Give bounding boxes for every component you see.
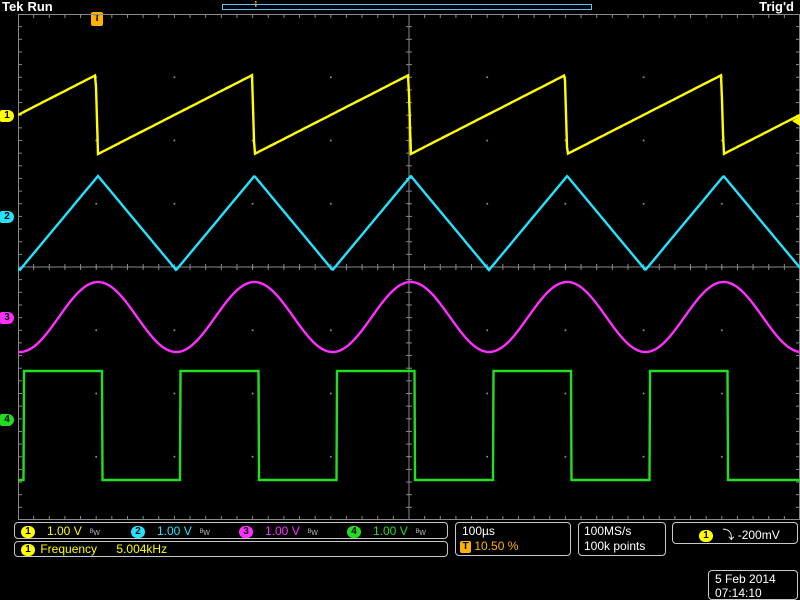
waveform-display[interactable] (18, 14, 800, 520)
record-window (223, 2, 593, 12)
brand-logo: Tek (2, 0, 24, 14)
acquisition-readout[interactable]: 100MS/s 100k points (578, 522, 666, 556)
ch1-scale: 1.00 V (47, 524, 82, 538)
ch2-scale: 1.00 V (157, 524, 192, 538)
falling-edge-icon: ⤵ (722, 528, 735, 542)
measurement-name: Frequency (40, 542, 98, 556)
bandwidth-limit-icon: ᴮw (89, 527, 100, 537)
status-bar: Tek Run ꜟ Trig'd (0, 0, 800, 14)
measurement-channel-badge: 1 (21, 543, 35, 556)
ch4-ground-marker[interactable]: 4 (0, 414, 14, 426)
bandwidth-limit-icon: ᴮw (415, 527, 426, 537)
bandwidth-limit-icon: ᴮw (307, 527, 318, 537)
readout-panel: 1 1.00 Vᴮw 2 1.00 Vᴮw 3 1.00 Vᴮw 4 1.00 Vᴮw … (0, 520, 800, 600)
ch3-scale: 1.00 V (265, 524, 300, 538)
trigger-level-marker[interactable] (792, 116, 800, 126)
ch1-readout[interactable]: 1 1.00 V ᴮw (21, 524, 100, 538)
ch4-scale: 1.00 V (373, 524, 408, 538)
ch1-ground-marker[interactable]: 1 (0, 110, 14, 122)
horizontal-scale: 100µs (462, 524, 495, 538)
graticule (18, 14, 800, 520)
date-time-readout: 5 Feb 2014 07:14:10 (708, 570, 798, 600)
measurement-readout[interactable]: 1 Frequency 5.004kHz (14, 541, 448, 557)
trigger-source-badge: 1 (699, 529, 713, 542)
ch1-badge: 1 (21, 525, 35, 538)
trigger-readout[interactable]: 1 ⤵ -200mV (672, 522, 798, 544)
trigger-position-percent: 10.50 % (474, 539, 519, 553)
ch3-readout[interactable]: 3 1.00 V ᴮw (239, 524, 318, 538)
record-overview-bar[interactable] (222, 4, 592, 10)
ch2-ground-marker[interactable]: 2 (0, 211, 14, 223)
channel-scale-readouts: 1 1.00 V ᴮw 2 1.00 V ᴮw 3 1.00 V ᴮw 4 1.00 V ᴮw (14, 522, 448, 539)
trigger-position-badge: T (460, 540, 471, 553)
time: 07:14:10 (715, 586, 762, 600)
bandwidth-limit-icon: ᴮw (199, 527, 210, 537)
ch4-readout[interactable]: 4 1.00 V ᴮw (347, 524, 426, 538)
sample-rate: 100MS/s (584, 524, 632, 538)
trigger-status: Trig'd (759, 0, 794, 14)
record-trigger-marker: ꜟ (254, 0, 258, 12)
ch2-badge: 2 (131, 525, 145, 538)
timebase-readout[interactable]: 100µs T 10.50 % (455, 522, 571, 556)
measurement-value: 5.004kHz (116, 542, 168, 556)
acquisition-state: Run (27, 0, 53, 14)
ch3-ground-marker[interactable]: 3 (0, 312, 14, 324)
ch3-badge: 3 (239, 525, 253, 538)
record-length: 100k points (584, 539, 646, 553)
date: 5 Feb 2014 (715, 572, 776, 586)
trigger-level: -200mV (737, 528, 780, 542)
ch2-readout[interactable]: 2 1.00 V ᴮw (131, 524, 210, 538)
brand-status: Tek Run (2, 0, 53, 14)
ch4-badge: 4 (347, 525, 361, 538)
